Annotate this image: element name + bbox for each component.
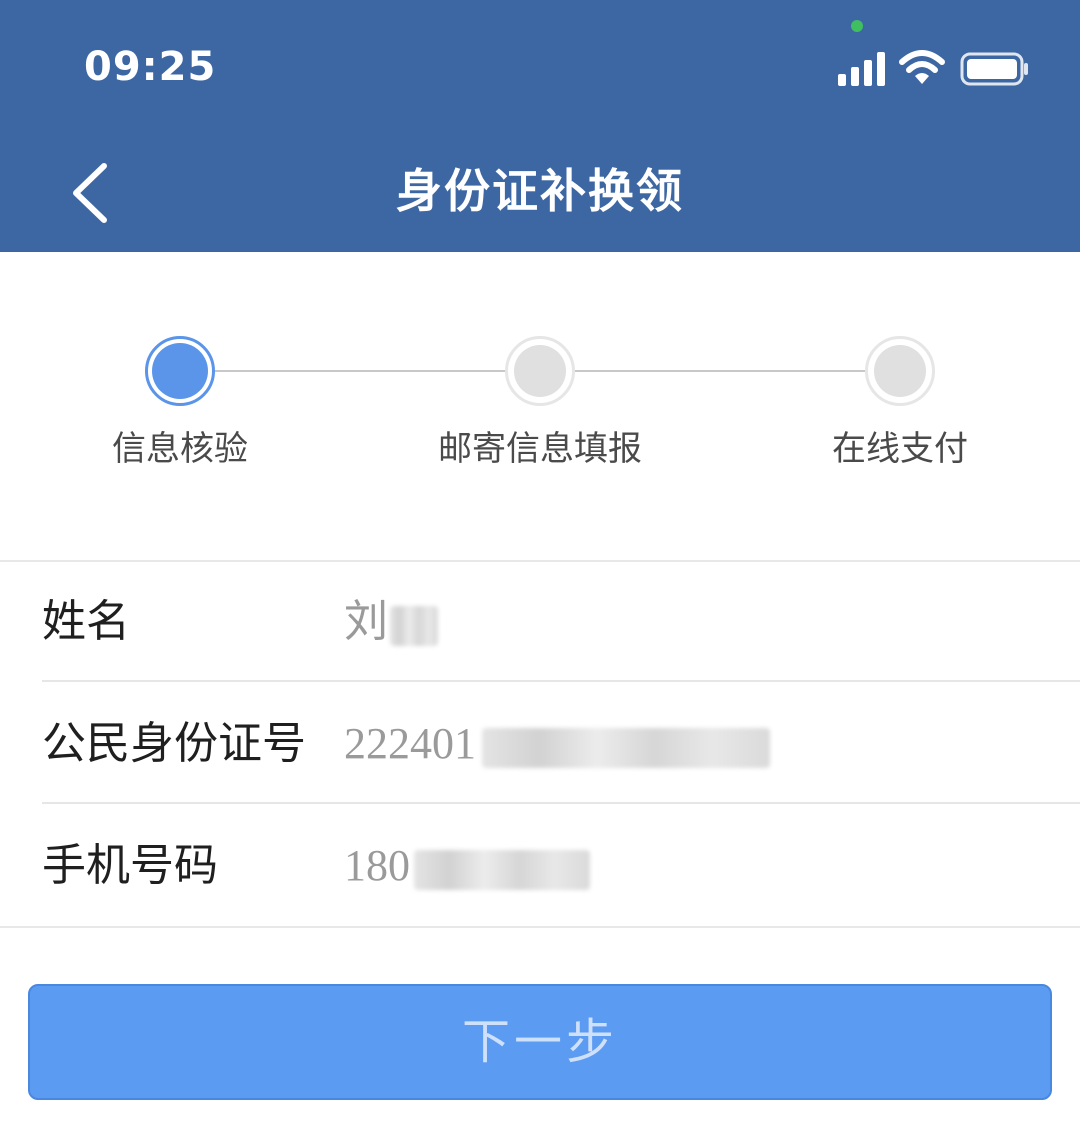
divider — [0, 926, 1080, 928]
name-value: 刘 — [344, 592, 438, 652]
id-number-row: 公民身份证号 222401 — [42, 684, 1080, 804]
page-title: 身份证补换领 — [396, 164, 684, 218]
step-indicator-pending — [865, 336, 935, 406]
id-number-label: 公民身份证号 — [42, 718, 306, 769]
phone-value: 180 — [344, 836, 590, 896]
step-label-mailing: 邮寄信息填报 — [438, 429, 642, 469]
phone-row: 手机号码 180 — [42, 806, 1080, 926]
signal-icon — [838, 52, 886, 86]
name-label: 姓名 — [42, 596, 130, 647]
next-step-button[interactable]: 下一步 — [28, 984, 1052, 1100]
camera-indicator-icon — [851, 20, 863, 32]
redacted-blur — [482, 727, 770, 768]
step-connector — [574, 370, 866, 372]
progress-stepper: 信息核验 邮寄信息填报 在线支付 — [0, 252, 1080, 560]
phone-label: 手机号码 — [42, 840, 218, 891]
step-indicator-pending — [505, 336, 575, 406]
id-number-value: 222401 — [344, 714, 770, 774]
status-time: 09:25 — [84, 44, 217, 90]
redacted-blur — [414, 849, 590, 890]
step-label-verify: 信息核验 — [112, 429, 248, 469]
step-label-payment: 在线支付 — [832, 429, 968, 469]
wifi-icon — [899, 50, 945, 84]
name-row: 姓名 刘 — [42, 562, 1080, 682]
redacted-blur — [390, 605, 438, 646]
step-connector — [214, 370, 506, 372]
step-indicator-active — [145, 336, 215, 406]
app-header: 09:25 身份证补换领 — [0, 0, 1080, 252]
battery-icon — [960, 52, 1028, 86]
